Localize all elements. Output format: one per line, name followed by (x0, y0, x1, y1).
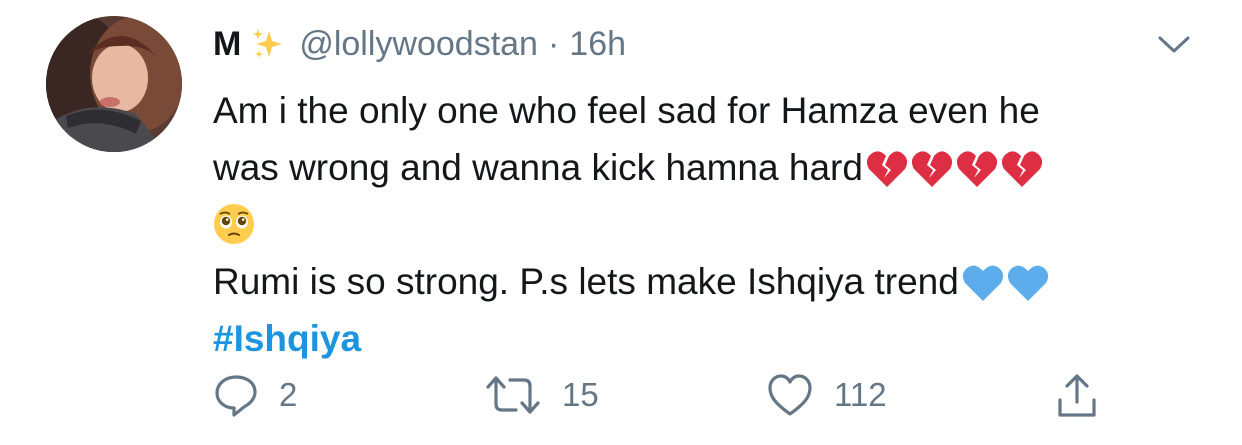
broken-heart-icon (1001, 147, 1043, 204)
broken-heart-icon (911, 147, 953, 204)
blue-heart-icon (1007, 261, 1049, 318)
chevron-down-icon[interactable] (1156, 30, 1192, 58)
tweet-line-5: #Ishqiya (213, 310, 1213, 367)
avatar[interactable] (46, 16, 182, 152)
like-button[interactable]: 112 (766, 372, 887, 418)
tweet-line-4: Rumi is so strong. P.s lets make Ishqiya… (213, 253, 1213, 310)
timestamp[interactable]: 16h (569, 25, 626, 64)
avatar-image (46, 16, 182, 152)
share-icon (1058, 374, 1096, 417)
tweet-line-4-text: Rumi is so strong. P.s lets make Ishqiya… (213, 261, 959, 302)
tweet-line-1-text: Am i the only one who feel sad for Hamza… (213, 90, 1040, 131)
retweet-icon (486, 376, 540, 414)
tweet-line-2-text: was wrong and wanna kick hamna hard (213, 147, 863, 188)
blue-heart-icon (962, 261, 1004, 318)
tweet-header: M @lollywoodstan · 16h (213, 22, 626, 66)
author-name[interactable]: M (213, 25, 241, 64)
like-icon (768, 374, 812, 416)
tweet-actions: 2 15 112 (0, 372, 1242, 422)
hashtag-link[interactable]: #Ishqiya (213, 318, 361, 359)
retweet-count: 15 (562, 376, 599, 413)
reply-icon (215, 375, 257, 417)
retweet-button[interactable]: 15 (484, 372, 599, 418)
sparkles-icon (251, 27, 285, 61)
broken-heart-icon (866, 147, 908, 204)
reply-count: 2 (279, 376, 298, 413)
broken-heart-icon (956, 147, 998, 204)
like-count: 112 (834, 376, 887, 413)
tweet-text: Am i the only one who feel sad for Hamza… (213, 82, 1213, 367)
share-button[interactable] (1055, 372, 1099, 420)
tweet-line-3 (213, 196, 1213, 253)
author-handle[interactable]: @lollywoodstan (299, 25, 538, 64)
separator-dot: · (547, 24, 560, 63)
reply-button[interactable]: 2 (213, 372, 297, 418)
tweet-line-2: was wrong and wanna kick hamna hard (213, 139, 1213, 196)
tweet-line-1: Am i the only one who feel sad for Hamza… (213, 82, 1213, 139)
